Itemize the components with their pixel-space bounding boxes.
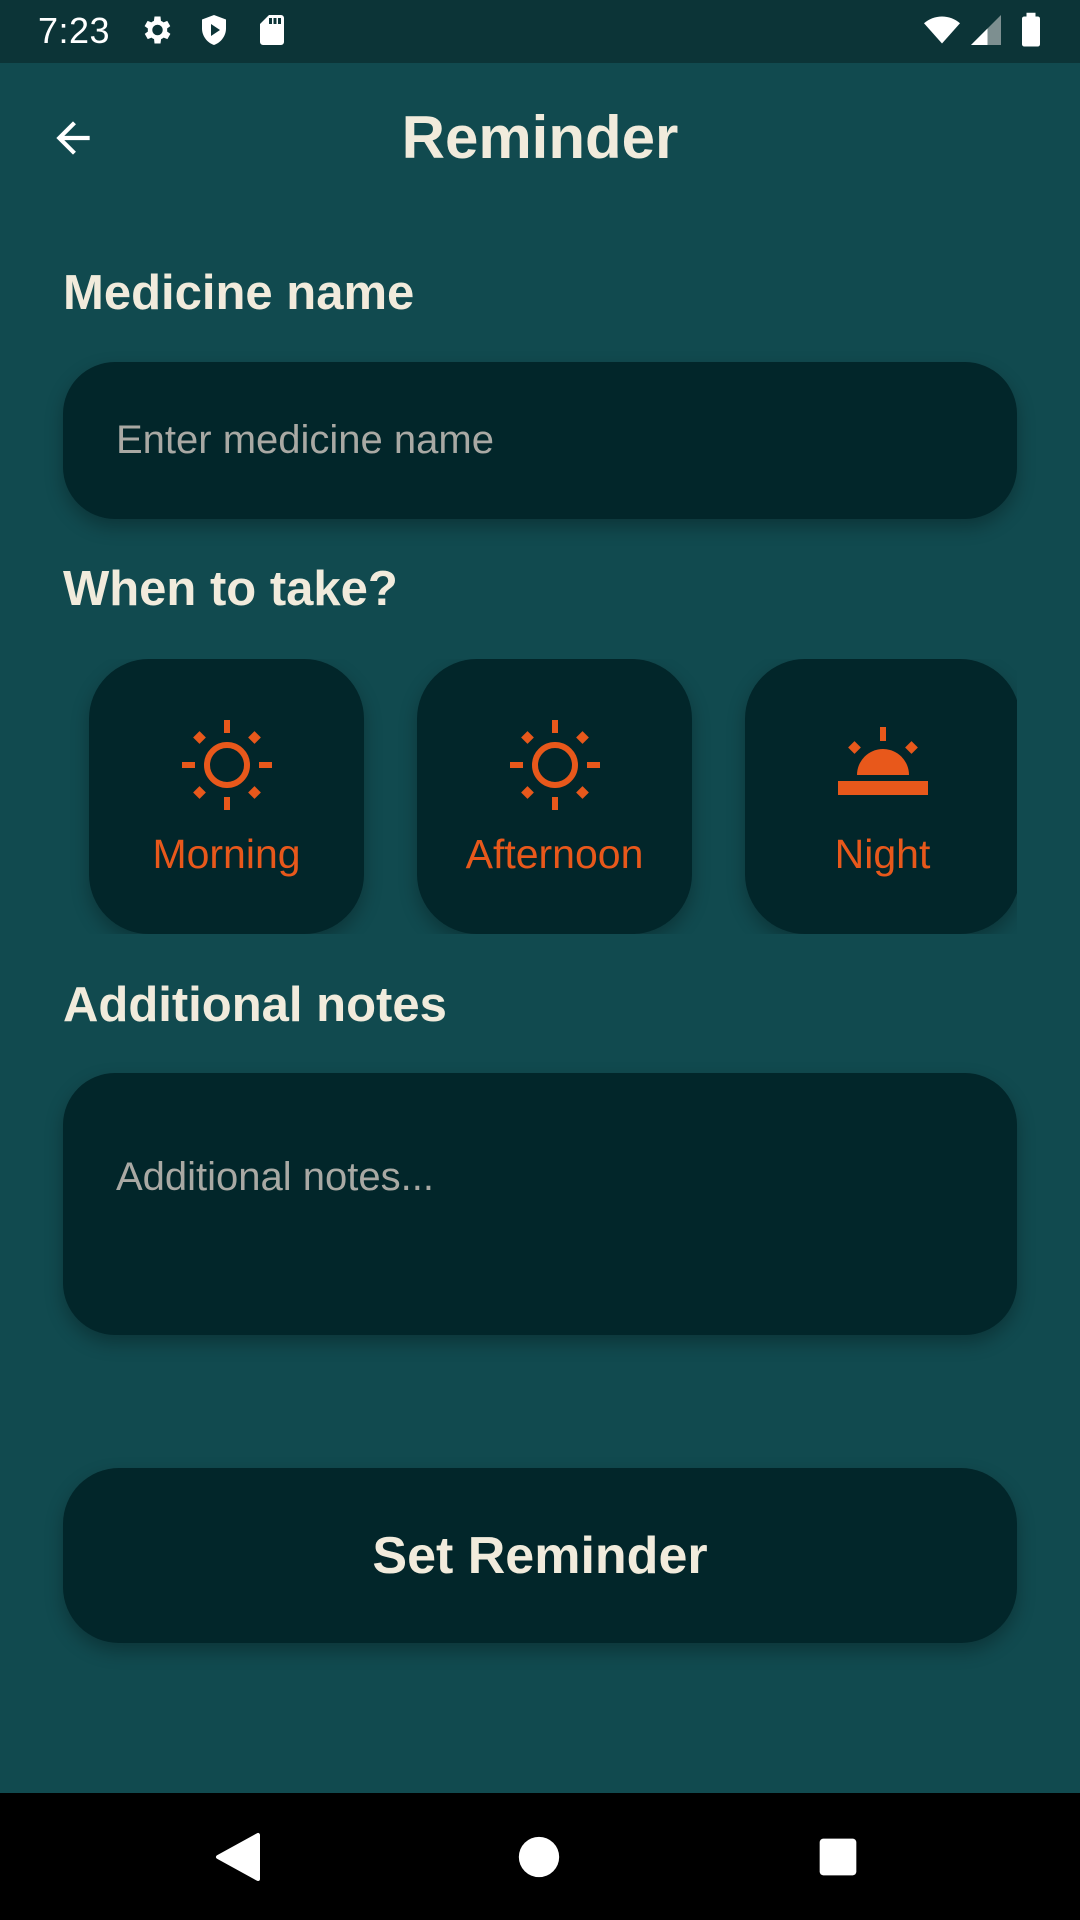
nav-home-button[interactable]: [497, 1815, 581, 1899]
nav-home-icon: [518, 1836, 560, 1878]
sunset-icon: [837, 727, 928, 795]
gear-icon: [144, 16, 171, 44]
time-option-label: Night: [834, 831, 931, 877]
nav-recents-button[interactable]: [796, 1815, 880, 1899]
system-nav-bar: [0, 1793, 1080, 1920]
time-option-label: Morning: [152, 831, 301, 877]
status-time: 7:23: [38, 10, 111, 51]
app-bar: Reminder: [0, 63, 1080, 211]
shield-icon: [202, 15, 226, 45]
battery-icon: [1022, 12, 1040, 47]
sun-icon: [181, 720, 272, 810]
medicine-name-label: Medicine name: [63, 266, 415, 320]
wifi-icon: [924, 16, 960, 44]
medicine-name-input[interactable]: [63, 362, 1017, 519]
sd-card-icon: [260, 15, 284, 45]
medicine-name-field-container: [63, 362, 1017, 519]
set-reminder-button[interactable]: Set Reminder: [63, 1468, 1017, 1643]
time-options-row: Morning Afternoon Night: [63, 659, 1017, 934]
time-option-night[interactable]: Night: [745, 659, 1017, 934]
notes-field-container: [63, 1073, 1017, 1335]
nav-recents-icon: [819, 1838, 857, 1876]
additional-notes-input[interactable]: [63, 1073, 1017, 1335]
status-bar: 7:23: [0, 0, 1080, 63]
time-option-label: Afternoon: [465, 831, 644, 877]
signal-icon: [971, 15, 1001, 45]
page-title: Reminder: [401, 104, 679, 171]
time-option-afternoon[interactable]: Afternoon: [417, 659, 692, 934]
when-to-take-label: When to take?: [63, 562, 398, 616]
time-option-morning[interactable]: Morning: [89, 659, 364, 934]
additional-notes-label: Additional notes: [63, 978, 447, 1032]
nav-back-button[interactable]: [196, 1815, 280, 1899]
nav-back-icon: [216, 1833, 260, 1881]
sun-icon: [509, 720, 600, 810]
